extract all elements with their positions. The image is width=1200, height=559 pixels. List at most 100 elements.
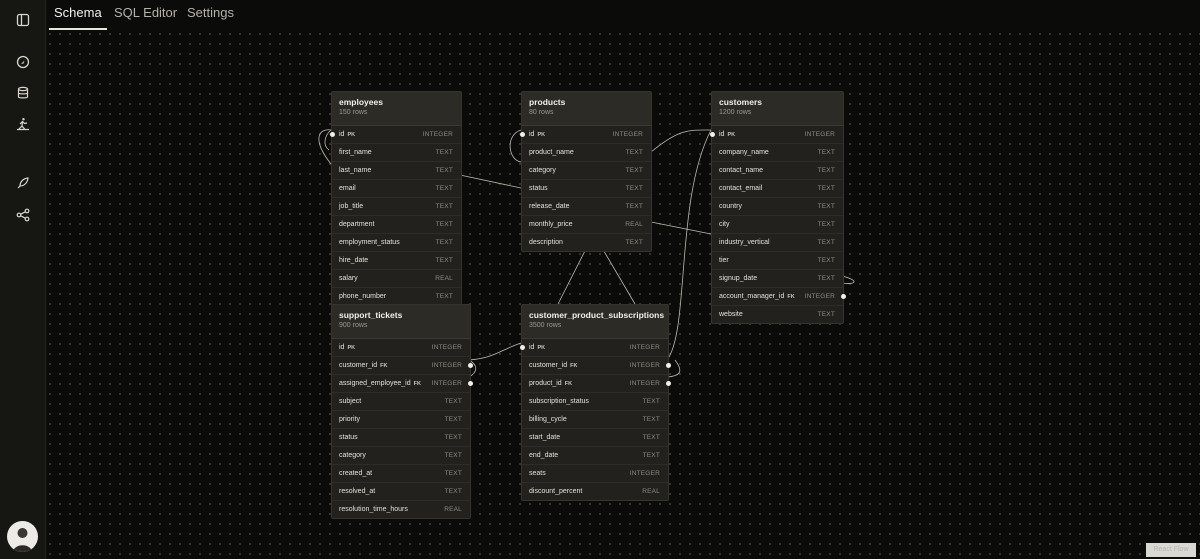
table-column-row[interactable]: account_manager_id FK INTEGER [712,288,846,306]
table-card-products[interactable]: products 80 rows id PK INTEGER product_name… [519,91,652,252]
table-row-count: 900 rows [339,322,368,329]
table-column-row[interactable]: priority TEXT [332,411,470,429]
table-column-row[interactable]: tier TEXT [712,252,843,270]
dashboard-gauge-icon[interactable] [12,51,34,73]
column-type: TEXT [817,257,835,264]
share-icon[interactable] [12,204,34,226]
table-column-row[interactable]: last_name TEXT [332,162,461,180]
table-column-row[interactable]: email TEXT [332,180,461,198]
tab-sql-editor[interactable]: SQL Editor [114,0,177,28]
table-column-row[interactable]: customer_id FK INTEGER [332,357,473,375]
table-header[interactable]: customers 1200 rows [712,92,843,126]
table-card-employees[interactable]: employees 150 rows id PK INTEGER first_name… [329,91,462,306]
connection-handle[interactable] [468,363,473,368]
table-column-row[interactable]: billing_cycle TEXT [522,411,668,429]
column-cell: end_date [529,447,558,464]
column-cell: billing_cycle [529,411,567,428]
tab-schema[interactable]: Schema [49,0,107,30]
table-column-row[interactable]: id PK INTEGER [709,126,843,144]
column-name: customer_id [529,362,568,369]
table-column-row[interactable]: seats INTEGER [522,465,668,483]
table-column-row[interactable]: country TEXT [712,198,843,216]
rocket-icon[interactable] [12,172,34,194]
table-column-row[interactable]: status TEXT [522,180,651,198]
table-column-row[interactable]: category TEXT [522,162,651,180]
database-icon[interactable] [12,82,34,104]
avatar[interactable] [7,521,38,552]
table-column-row[interactable]: id PK INTEGER [519,339,668,357]
column-cell: id PK [339,339,355,356]
table-column-row[interactable]: end_date TEXT [522,447,668,465]
connection-handle[interactable] [666,381,671,386]
table-column-row[interactable]: job_title TEXT [332,198,461,216]
table-column-row[interactable]: assigned_employee_id FK INTEGER [332,375,473,393]
column-name: company_name [719,149,769,156]
tab-settings[interactable]: Settings [187,0,234,28]
table-column-row[interactable]: monthly_price REAL [522,216,651,234]
connection-handle[interactable] [329,132,335,137]
column-name: end_date [529,452,559,459]
table-column-row[interactable]: id PK INTEGER [329,126,461,144]
table-column-row[interactable]: id PK INTEGER [332,339,470,357]
table-column-row[interactable]: product_name TEXT [522,144,651,162]
table-column-row[interactable]: product_id FK INTEGER [522,375,671,393]
table-card-customers[interactable]: customers 1200 rows id PK INTEGER company_n… [709,91,846,324]
table-column-row[interactable]: subscription_status TEXT [522,393,668,411]
table-column-row[interactable]: customer_id FK INTEGER [522,357,671,375]
table-header[interactable]: products 80 rows [522,92,651,126]
table-name: customers [719,97,762,107]
column-name: category [339,452,366,459]
table-column-row[interactable]: resolved_at TEXT [332,483,470,501]
table-card-customer-product-subscriptions[interactable]: customer_product_subscriptions 3500 rows… [519,304,671,501]
column-name: customer_id [339,362,378,369]
table-column-row[interactable]: city TEXT [712,216,843,234]
table-column-row[interactable]: contact_email TEXT [712,180,843,198]
column-type: TEXT [435,203,453,210]
connection-handle[interactable] [468,381,473,386]
table-header[interactable]: support_tickets 900 rows [332,305,470,339]
table-column-row[interactable]: discount_percent REAL [522,483,668,500]
table-column-row[interactable]: resolution_time_hours REAL [332,501,470,518]
table-column-row[interactable]: salary REAL [332,270,461,288]
table-column-row[interactable]: employment_status TEXT [332,234,461,252]
connection-handle[interactable] [519,132,525,137]
table-column-row[interactable]: description TEXT [522,234,651,251]
column-cell: assigned_employee_id FK [339,375,421,392]
column-key-badge: FK [570,363,578,369]
table-column-row[interactable]: phone_number TEXT [332,288,461,305]
table-column-row[interactable]: website TEXT [712,306,843,323]
column-cell: email [339,180,356,197]
column-name: country [719,203,742,210]
connection-handle[interactable] [709,132,715,137]
table-header[interactable]: customer_product_subscriptions 3500 rows [522,305,668,339]
table-column-row[interactable]: created_at TEXT [332,465,470,483]
table-column-row[interactable]: start_date TEXT [522,429,668,447]
table-column-row[interactable]: subject TEXT [332,393,470,411]
column-name: status [339,434,358,441]
table-header[interactable]: employees 150 rows [332,92,461,126]
activity-icon[interactable] [12,113,34,135]
table-column-row[interactable]: signup_date TEXT [712,270,843,288]
table-column-row[interactable]: category TEXT [332,447,470,465]
connection-handle[interactable] [841,294,846,299]
table-column-row[interactable]: industry_vertical TEXT [712,234,843,252]
column-type: INTEGER [804,293,835,300]
table-column-row[interactable]: department TEXT [332,216,461,234]
table-column-row[interactable]: first_name TEXT [332,144,461,162]
react-flow-attribution[interactable]: React Flow [1146,543,1196,557]
connection-handle[interactable] [666,363,671,368]
column-cell: seats [529,465,546,482]
table-column-row[interactable]: release_date TEXT [522,198,651,216]
table-column-row[interactable]: hire_date TEXT [332,252,461,270]
table-column-row[interactable]: status TEXT [332,429,470,447]
column-type: TEXT [435,293,453,300]
table-column-row[interactable]: id PK INTEGER [519,126,651,144]
column-key-badge: PK [537,132,546,138]
table-column-row[interactable]: company_name TEXT [712,144,843,162]
table-column-row[interactable]: contact_name TEXT [712,162,843,180]
connection-handle[interactable] [519,345,525,350]
table-card-support-tickets[interactable]: support_tickets 900 rows id PK INTEGER cust… [331,304,473,519]
column-cell: id PK [719,126,735,143]
sidebar-toggle-icon[interactable] [12,9,34,31]
column-type: INTEGER [422,131,453,138]
